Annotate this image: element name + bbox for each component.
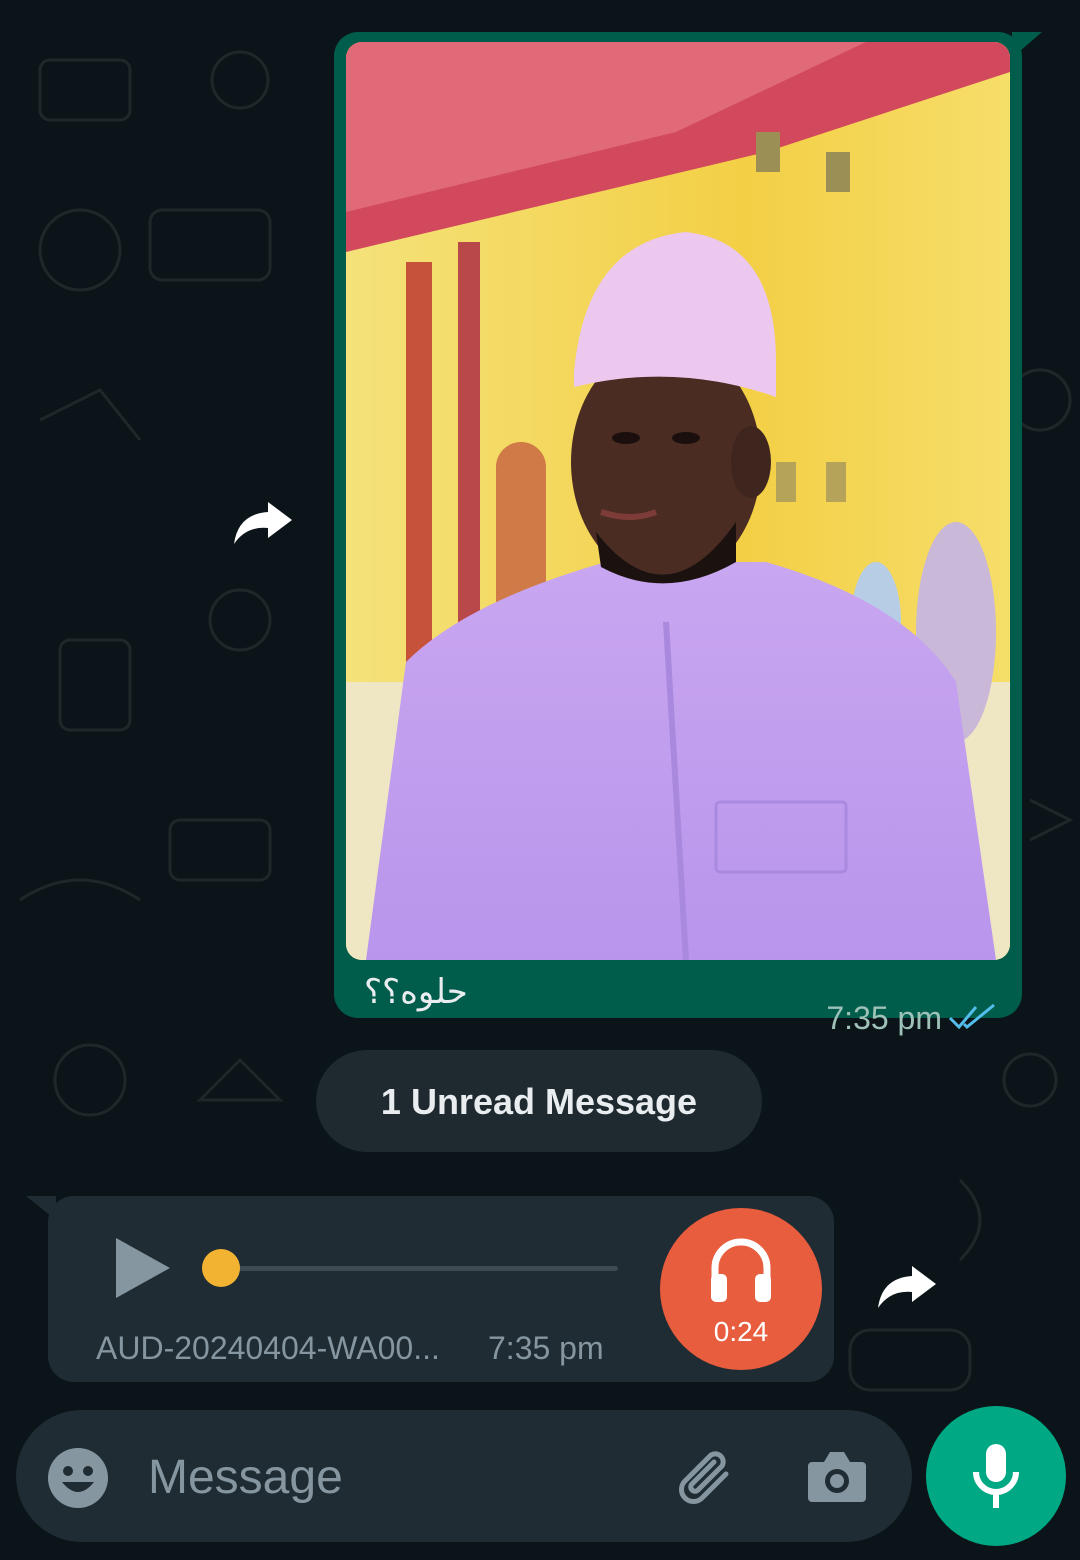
forward-icon[interactable]: [876, 1262, 938, 1310]
voice-record-button[interactable]: [926, 1406, 1066, 1546]
message-composer: [16, 1410, 912, 1542]
audio-message-bubble[interactable]: AUD-20240404-WA00... 7:35 pm 0:24: [48, 1196, 834, 1382]
play-icon[interactable]: [112, 1234, 174, 1302]
unread-messages-divider: 1 Unread Message: [316, 1050, 762, 1152]
image-message-bubble[interactable]: حلوه؟؟ 7:35 pm: [334, 32, 1022, 1036]
audio-avatar: 0:24: [660, 1208, 822, 1370]
photo-image: [346, 42, 1010, 960]
mic-icon: [973, 1444, 1019, 1508]
emoji-icon[interactable]: [46, 1446, 110, 1510]
audio-progress-track[interactable]: [210, 1266, 618, 1271]
photo-attachment[interactable]: [346, 42, 1010, 960]
attach-icon[interactable]: [676, 1446, 738, 1508]
audio-progress-knob[interactable]: [202, 1249, 240, 1287]
audio-duration: 0:24: [713, 1316, 769, 1347]
camera-icon[interactable]: [806, 1448, 868, 1504]
message-timestamp: 7:35 pm: [488, 1330, 604, 1366]
message-timestamp: 7:35 pm: [826, 1000, 942, 1036]
audio-filename: AUD-20240404-WA00...: [96, 1330, 440, 1366]
image-caption: حلوه؟؟: [364, 972, 468, 1012]
double-check-read-icon: [948, 1003, 995, 1030]
headphones-icon: [711, 1238, 771, 1302]
message-input[interactable]: [146, 1444, 650, 1510]
forward-icon[interactable]: [232, 498, 294, 546]
